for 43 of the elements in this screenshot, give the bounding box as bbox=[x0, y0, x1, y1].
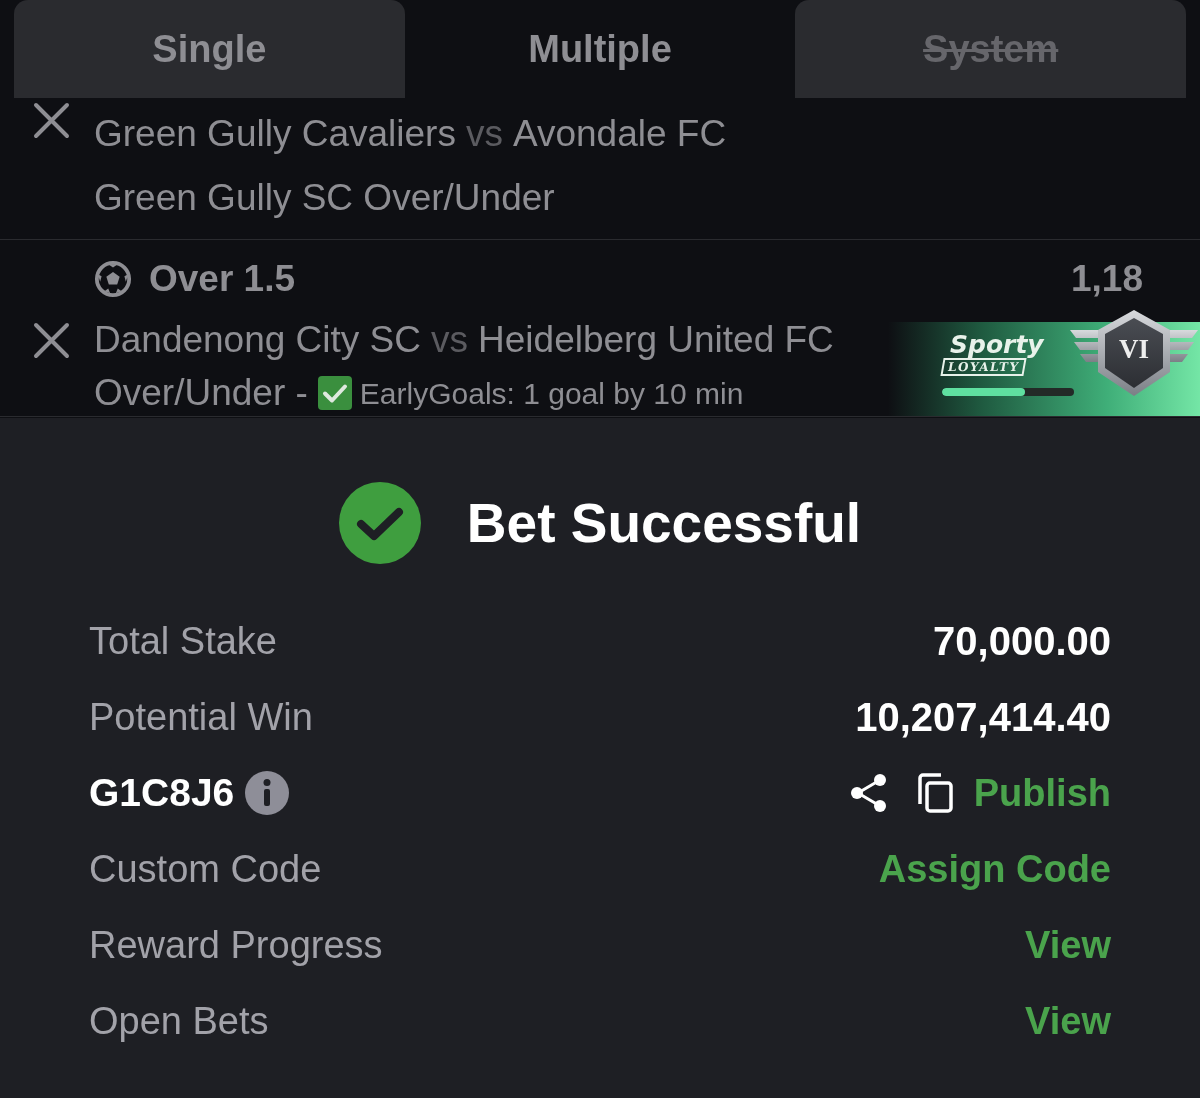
row-label: Total Stake bbox=[89, 618, 277, 664]
publish-link[interactable]: Publish bbox=[973, 764, 1111, 822]
bet-type-tab[interactable]: Single bbox=[14, 0, 405, 98]
tier-label: VI bbox=[1119, 334, 1149, 363]
row-label: Reward Progress bbox=[89, 922, 383, 968]
home-team: Green Gully Cavaliers bbox=[94, 112, 456, 157]
row-label: Potential Win bbox=[89, 694, 313, 740]
success-check-icon bbox=[338, 482, 421, 564]
away-team: Avondale FC bbox=[512, 112, 727, 157]
promo-text: EarlyGoals: 1 goal by 10 min bbox=[359, 375, 744, 412]
market-name: Green Gully SC Over/Under bbox=[94, 176, 555, 221]
amount-value: 10,207,414.40 bbox=[855, 694, 1111, 741]
check-box-icon bbox=[317, 376, 352, 410]
soccer-ball-icon bbox=[94, 260, 132, 298]
amount-value: 70,000.00 bbox=[933, 618, 1111, 665]
close-icon bbox=[33, 102, 70, 139]
brand-tagline: LOYALTY bbox=[940, 358, 1028, 376]
close-icon bbox=[33, 321, 70, 359]
row-label: Custom Code bbox=[89, 846, 322, 892]
row-label: Open Bets bbox=[89, 998, 269, 1044]
versus-label: vs bbox=[431, 318, 469, 363]
info-button[interactable] bbox=[245, 771, 290, 815]
action-link[interactable]: Assign Code bbox=[878, 840, 1111, 898]
share-button[interactable] bbox=[849, 773, 888, 813]
action-link[interactable]: View bbox=[1025, 916, 1111, 974]
success-title: Bet Successful bbox=[466, 492, 862, 554]
market-name: Over/Under - bbox=[94, 371, 308, 416]
copy-icon bbox=[915, 773, 954, 813]
info-icon bbox=[245, 771, 290, 815]
odds-value: 1,18 bbox=[1071, 257, 1143, 302]
tier-badge-icon bbox=[1068, 308, 1200, 398]
bet-type-tab[interactable]: Multiple bbox=[404, 0, 796, 98]
action-link[interactable]: View bbox=[1025, 992, 1111, 1050]
booking-code: G1C8J6 bbox=[89, 769, 235, 816]
brand-logo-text: Sporty bbox=[950, 332, 1044, 358]
away-team: Heidelberg United FC bbox=[478, 318, 834, 363]
home-team: Dandenong City SC bbox=[94, 318, 422, 363]
remove-selection-button[interactable] bbox=[33, 102, 70, 139]
share-icon bbox=[849, 773, 888, 813]
versus-label: vs bbox=[465, 112, 503, 157]
remove-selection-button[interactable] bbox=[33, 321, 70, 359]
copy-button[interactable] bbox=[915, 773, 954, 813]
pick-name: Over 1.5 bbox=[149, 257, 296, 302]
